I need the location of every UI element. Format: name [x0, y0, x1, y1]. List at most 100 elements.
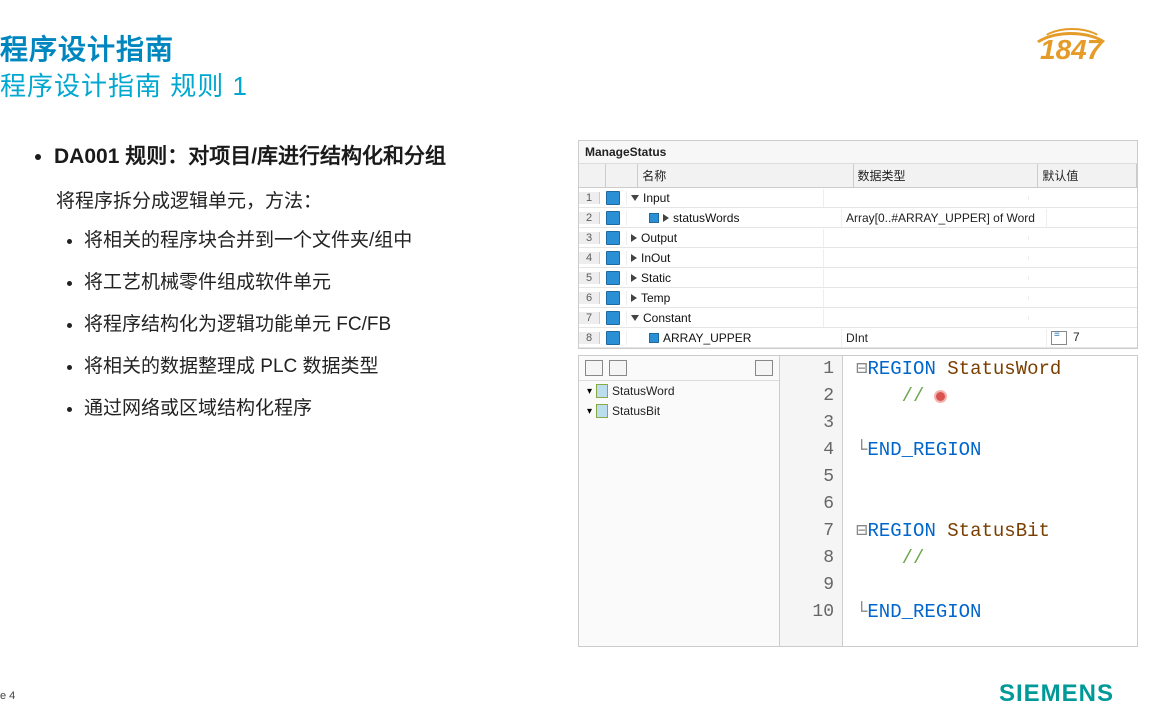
code-line[interactable] — [842, 572, 1137, 599]
chevron-down-icon[interactable] — [631, 195, 639, 201]
fold-close-icon: └ — [856, 437, 867, 464]
row-default — [1029, 296, 1137, 300]
rule-item: 将工艺机械零件组成软件单元 — [84, 269, 546, 297]
col-dtype: 数据类型 — [854, 164, 1039, 187]
block-title: ManageStatus — [579, 141, 1137, 164]
slide-title-main: 程序设计指南 — [0, 28, 174, 68]
tia-portal-screenshot: ManageStatus 名称 数据类型 默认值 1Input2statusWo… — [578, 140, 1138, 647]
row-icon — [606, 231, 620, 245]
rule-sublist: 将相关的程序块合并到一个文件夹/组中 将工艺机械零件组成软件单元 将程序结构化为… — [36, 227, 546, 423]
table-row[interactable]: 5Static — [579, 268, 1137, 288]
rule-item: 通过网络或区域结构化程序 — [84, 395, 546, 423]
row-icon — [606, 191, 620, 205]
chevron-down-icon: ▾ — [587, 406, 592, 417]
col-name: 名称 — [638, 164, 853, 187]
table-row[interactable]: 2statusWordsArray[0..#ARRAY_UPPER] of Wo… — [579, 208, 1137, 228]
rule-item: 将相关的数据整理成 PLC 数据类型 — [84, 353, 546, 381]
code-panel: ▾ StatusWord ▾ StatusBit 12345678910 ⊟REGIO… — [578, 355, 1138, 647]
code-editor[interactable]: 12345678910 ⊟REGION StatusWord // └END_R… — [780, 356, 1137, 646]
region-icon — [596, 404, 608, 418]
tool-icon[interactable] — [609, 360, 627, 376]
row-default — [1029, 256, 1137, 260]
col-defv: 默认值 — [1038, 164, 1137, 187]
page-number: e 4 — [0, 690, 15, 702]
row-name: Constant — [643, 311, 691, 325]
tree-item-label: StatusWord — [612, 384, 674, 398]
row-dtype — [824, 236, 1029, 240]
chevron-right-icon[interactable] — [663, 214, 669, 222]
fold-open-icon[interactable]: ⊟ — [856, 518, 867, 545]
row-icon — [606, 331, 620, 345]
region-icon — [596, 384, 608, 398]
tool-icon[interactable] — [585, 360, 603, 376]
tree-item[interactable]: ▾ StatusWord — [579, 381, 779, 401]
code-line[interactable]: // — [842, 545, 1137, 572]
chevron-right-icon[interactable] — [631, 254, 637, 262]
code-line[interactable]: └END_REGION — [842, 437, 1137, 464]
code-line[interactable] — [842, 410, 1137, 437]
code-line[interactable]: ⊟REGION StatusBit — [842, 518, 1137, 545]
row-dtype — [824, 276, 1029, 280]
row-dtype: DInt — [842, 329, 1047, 347]
code-line[interactable]: ⊟REGION StatusWord — [842, 356, 1137, 383]
table-row[interactable]: 1Input — [579, 188, 1137, 208]
logo-siemens: SIEMENS — [999, 680, 1114, 708]
fold-open-icon[interactable]: ⊟ — [856, 356, 867, 383]
logo-1847: 1847 — [1026, 26, 1112, 72]
row-default — [1047, 216, 1137, 220]
dropdown-icon[interactable] — [1051, 331, 1067, 345]
region-tree: ▾ StatusWord ▾ StatusBit — [579, 356, 780, 646]
row-name: Output — [641, 231, 677, 245]
chevron-right-icon[interactable] — [631, 274, 637, 282]
chevron-right-icon[interactable] — [631, 234, 637, 242]
slide-title-sub: 程序设计指南 规则 1 — [0, 66, 248, 103]
table-row[interactable]: 6Temp — [579, 288, 1137, 308]
dot-icon — [649, 213, 659, 223]
logo-1847-text: 1847 — [1040, 34, 1102, 66]
row-dtype — [824, 256, 1029, 260]
table-row[interactable]: 8ARRAY_UPPERDInt7 — [579, 328, 1137, 348]
row-icon — [606, 271, 620, 285]
row-dtype: Array[0..#ARRAY_UPPER] of Word — [842, 209, 1047, 227]
row-dtype — [824, 316, 1029, 320]
tree-item[interactable]: ▾ StatusBit — [579, 401, 779, 421]
chevron-down-icon[interactable] — [631, 315, 639, 321]
interface-table: ManageStatus 名称 数据类型 默认值 1Input2statusWo… — [578, 140, 1138, 349]
tree-item-label: StatusBit — [612, 404, 660, 418]
row-dtype — [824, 196, 1029, 200]
row-icon — [606, 311, 620, 325]
row-name: statusWords — [673, 211, 739, 225]
row-icon — [606, 251, 620, 265]
table-row[interactable]: 4InOut — [579, 248, 1137, 268]
row-icon — [606, 291, 620, 305]
row-default — [1029, 236, 1137, 240]
code-line[interactable] — [842, 491, 1137, 518]
content-left-column: DA001 规则：对项目/库进行结构化和分组 将程序拆分成逻辑单元，方法： 将相… — [36, 140, 546, 437]
fold-close-icon: └ — [856, 599, 867, 626]
code-line[interactable]: └END_REGION — [842, 599, 1137, 626]
row-name: Input — [643, 191, 670, 205]
tree-toolbar — [579, 356, 779, 381]
code-line[interactable] — [842, 464, 1137, 491]
row-dtype — [824, 296, 1029, 300]
row-default — [1029, 316, 1137, 320]
code-line[interactable]: // — [842, 383, 1137, 410]
row-default — [1029, 276, 1137, 280]
row-default: 7 — [1047, 328, 1137, 347]
rule-item: 将相关的程序块合并到一个文件夹/组中 — [84, 227, 546, 255]
row-icon — [606, 211, 620, 225]
table-header-row: 名称 数据类型 默认值 — [579, 164, 1137, 188]
dot-icon — [649, 333, 659, 343]
chevron-right-icon[interactable] — [631, 294, 637, 302]
table-row[interactable]: 3Output — [579, 228, 1137, 248]
row-default — [1029, 196, 1137, 200]
chevron-down-icon: ▾ — [587, 386, 592, 397]
rule-item: 将程序结构化为逻辑功能单元 FC/FB — [84, 311, 546, 339]
row-name: InOut — [641, 251, 670, 265]
tool-icon[interactable] — [755, 360, 773, 376]
row-name: Temp — [641, 291, 670, 305]
breakpoint-icon[interactable] — [936, 392, 945, 401]
rule-heading: DA001 规则：对项目/库进行结构化和分组 — [54, 140, 546, 174]
table-row[interactable]: 7Constant — [579, 308, 1137, 328]
row-name: ARRAY_UPPER — [663, 331, 751, 345]
